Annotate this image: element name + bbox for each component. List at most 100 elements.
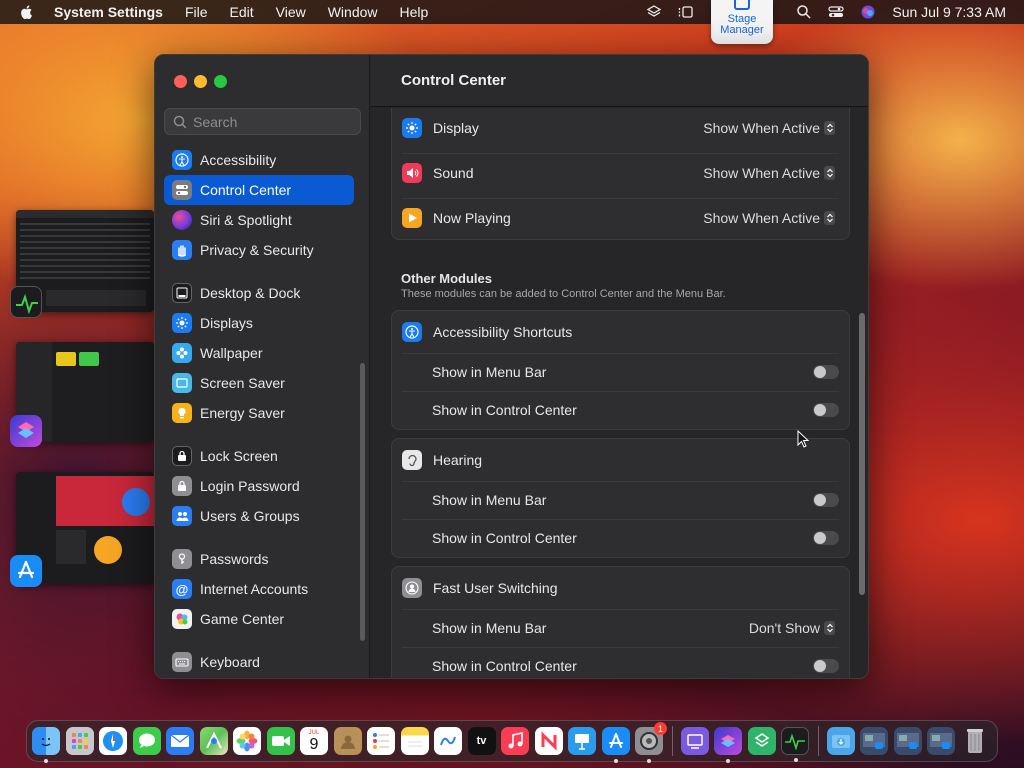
close-button[interactable] xyxy=(174,75,187,88)
stage-manager-icon[interactable] xyxy=(678,4,694,20)
setting-label: Show in Control Center xyxy=(432,530,577,546)
mouse-cursor-icon xyxy=(797,430,810,448)
key-icon xyxy=(172,549,192,569)
sidebar-item-wallpaper[interactable]: Wallpaper xyxy=(164,338,354,368)
content-header: Control Center xyxy=(371,55,868,107)
minimize-button[interactable] xyxy=(194,75,207,88)
dock-separator xyxy=(671,726,673,756)
show-in-menu-bar-toggle[interactable] xyxy=(813,365,839,379)
recent-item-2-icon[interactable] xyxy=(893,727,922,755)
control-center-icon xyxy=(172,180,192,200)
sidebar-item-internet-accounts[interactable]: @ Internet Accounts xyxy=(164,574,354,604)
sidebar-item-label: Game Center xyxy=(200,611,285,627)
sidebar-item-accessibility[interactable]: Accessibility xyxy=(164,145,354,175)
chevron-updown-icon xyxy=(824,166,835,180)
music-icon[interactable] xyxy=(501,727,529,755)
menu-bar-select[interactable]: Don't Show xyxy=(749,620,835,636)
module-card-hearing: Hearing Show in Menu Bar Show in Control… xyxy=(391,438,850,558)
messages-icon[interactable] xyxy=(132,727,161,755)
system-settings-window: Search Accessibility Control Center Siri… xyxy=(154,54,869,679)
show-in-control-center-toggle[interactable] xyxy=(813,403,839,417)
sidebar-item-login-password[interactable]: Login Password xyxy=(164,471,354,501)
safari-icon[interactable] xyxy=(99,727,127,755)
search-input[interactable]: Search xyxy=(164,108,361,135)
launchpad-icon[interactable] xyxy=(65,727,94,755)
tv-icon[interactable]: tv xyxy=(467,727,496,755)
dock-separator xyxy=(817,726,819,756)
screen-recorder-icon[interactable] xyxy=(680,727,709,755)
shortcuts-icon[interactable] xyxy=(10,415,42,447)
now-playing-select[interactable]: Show When Active xyxy=(703,210,835,226)
menu-window[interactable]: Window xyxy=(328,4,378,20)
maps-icon[interactable] xyxy=(199,727,228,755)
settings-scroll-area[interactable]: Display Show When Active Sound Show When… xyxy=(371,108,868,678)
news-icon[interactable] xyxy=(534,727,563,755)
sidebar-item-desktop-dock[interactable]: Desktop & Dock xyxy=(164,278,354,308)
freeform-icon[interactable] xyxy=(434,727,462,755)
mail-icon[interactable] xyxy=(166,727,194,755)
sidebar-item-keyboard[interactable]: Keyboard xyxy=(164,647,354,677)
shortcuts-icon[interactable] xyxy=(714,727,742,763)
bulb-icon xyxy=(172,403,192,423)
sidebar-item-passwords[interactable]: Passwords xyxy=(164,544,354,574)
chevron-updown-icon xyxy=(824,211,835,225)
sidebar-item-label: Screen Saver xyxy=(200,375,285,391)
notes-icon[interactable] xyxy=(400,727,429,755)
menu-help[interactable]: Help xyxy=(400,4,429,20)
facetime-icon[interactable] xyxy=(266,727,295,755)
menu-edit[interactable]: Edit xyxy=(230,4,254,20)
sidebar-item-displays[interactable]: Displays xyxy=(164,308,354,338)
page-title: Control Center xyxy=(401,72,506,89)
content-scrollbar[interactable] xyxy=(859,313,865,595)
show-in-menu-bar-toggle[interactable] xyxy=(813,493,839,507)
sidebar-scrollbar[interactable] xyxy=(360,363,365,641)
control-center-icon[interactable] xyxy=(828,4,844,20)
app-store-icon[interactable] xyxy=(10,555,42,587)
sidebar-item-users-groups[interactable]: Users & Groups xyxy=(164,501,354,531)
select-value: Show When Active xyxy=(703,120,820,136)
show-in-control-center-toggle[interactable] xyxy=(813,531,839,545)
sidebar-item-control-center[interactable]: Control Center xyxy=(164,175,354,205)
sidebar-item-privacy-security[interactable]: Privacy & Security xyxy=(164,235,354,265)
hand-icon xyxy=(172,240,192,260)
date-time[interactable]: Sun Jul 9 7:33 AM xyxy=(892,4,1006,20)
keynote-icon[interactable] xyxy=(568,727,596,755)
show-in-control-center-toggle[interactable] xyxy=(813,659,839,673)
activity-monitor-icon[interactable] xyxy=(781,727,809,762)
stage-manager-glyph-icon xyxy=(734,0,750,10)
sidebar-item-game-center[interactable]: Game Center xyxy=(164,604,354,634)
menu-view[interactable]: View xyxy=(276,4,306,20)
recent-item-3-icon[interactable] xyxy=(927,727,955,755)
finder-icon[interactable] xyxy=(32,727,60,763)
siri-icon[interactable] xyxy=(860,4,876,20)
sidebar-item-label: Control Center xyxy=(200,182,292,198)
app-store-icon[interactable] xyxy=(601,727,630,763)
zoom-button[interactable] xyxy=(214,75,227,88)
menu-file[interactable]: File xyxy=(185,4,208,20)
sidebar-item-lock-screen[interactable]: Lock Screen xyxy=(164,441,354,471)
trash-icon[interactable] xyxy=(961,727,989,755)
app-name-menu[interactable]: System Settings xyxy=(54,4,163,20)
recent-item-1-icon[interactable] xyxy=(860,727,888,755)
contacts-icon[interactable] xyxy=(333,727,362,755)
system-settings-icon[interactable]: 1 xyxy=(635,722,667,763)
sidebar-item-label: Accessibility xyxy=(200,152,277,168)
downloads-folder-icon[interactable] xyxy=(826,727,855,755)
game-center-icon xyxy=(172,609,192,629)
select-value: Don't Show xyxy=(748,620,820,636)
sidebar-list: Accessibility Control Center Siri & Spot… xyxy=(164,145,354,677)
calendar-icon[interactable]: JUL 9 xyxy=(300,727,328,755)
sidebar-item-screen-saver[interactable]: Screen Saver xyxy=(164,368,354,398)
layers-icon[interactable] xyxy=(646,4,662,20)
sidebar-item-label: Desktop & Dock xyxy=(200,285,301,301)
activity-monitor-icon[interactable] xyxy=(10,286,42,318)
display-select[interactable]: Show When Active xyxy=(703,120,835,136)
apple-menu-icon[interactable] xyxy=(18,3,36,21)
transfer-icon[interactable] xyxy=(747,727,776,755)
sidebar-item-energy-saver[interactable]: Energy Saver xyxy=(164,398,354,428)
sidebar-item-siri-spotlight[interactable]: Siri & Spotlight xyxy=(164,205,354,235)
reminders-icon[interactable] xyxy=(367,727,395,755)
search-icon[interactable] xyxy=(796,4,812,20)
sound-select[interactable]: Show When Active xyxy=(703,165,835,181)
photos-icon[interactable] xyxy=(233,727,261,755)
